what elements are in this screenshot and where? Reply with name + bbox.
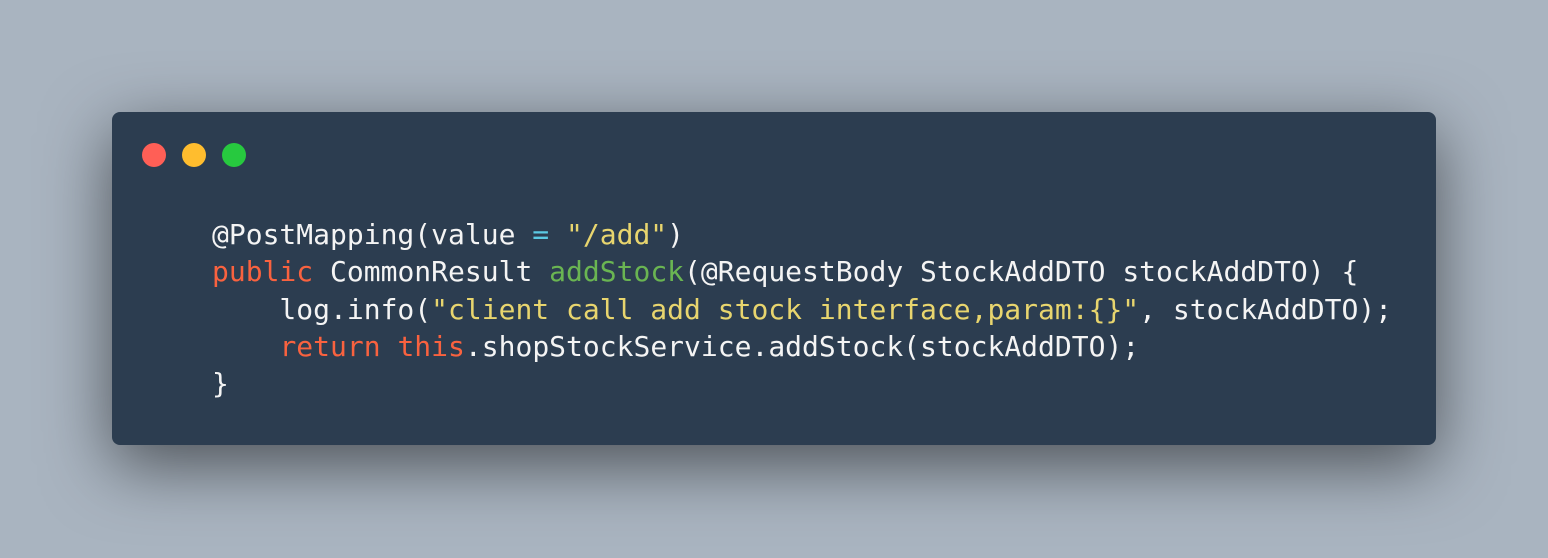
code-text: CommonResult bbox=[313, 255, 550, 289]
code-keyword: return bbox=[279, 329, 381, 363]
code-operator: = bbox=[532, 218, 550, 251]
code-text: @PostMapping(value bbox=[212, 218, 533, 251]
maximize-dot-icon[interactable] bbox=[222, 143, 246, 167]
minimize-dot-icon[interactable] bbox=[182, 143, 206, 167]
code-block: @PostMapping(value = "/add") public Comm… bbox=[212, 216, 1392, 402]
code-keyword: this bbox=[397, 329, 465, 363]
code-string: "/add" bbox=[566, 218, 668, 251]
code-text: (@RequestBody StockAddDTO stockAddDTO) { bbox=[684, 255, 1359, 289]
code-function: addStock bbox=[549, 255, 685, 289]
code-text: log.info( bbox=[212, 292, 432, 326]
code-text: } bbox=[212, 367, 229, 401]
code-text: .shopStockService.addStock(stockAddDTO); bbox=[464, 329, 1140, 363]
code-line-4: return this.shopStockService.addStock(st… bbox=[212, 330, 1139, 363]
code-text: ) bbox=[667, 218, 685, 251]
code-keyword: public bbox=[212, 255, 314, 289]
code-text: , stockAddDTO); bbox=[1139, 292, 1393, 326]
code-line-5: } bbox=[212, 367, 229, 400]
close-dot-icon[interactable] bbox=[142, 143, 166, 167]
code-string: "client call add stock interface,param:{… bbox=[431, 292, 1140, 326]
code-line-2: public CommonResult addStock(@RequestBod… bbox=[212, 255, 1358, 288]
code-window: @PostMapping(value = "/add") public Comm… bbox=[112, 112, 1436, 445]
code-line-3: log.info("client call add stock interfac… bbox=[212, 293, 1392, 326]
code-line-1: @PostMapping(value = "/add") bbox=[212, 218, 684, 251]
